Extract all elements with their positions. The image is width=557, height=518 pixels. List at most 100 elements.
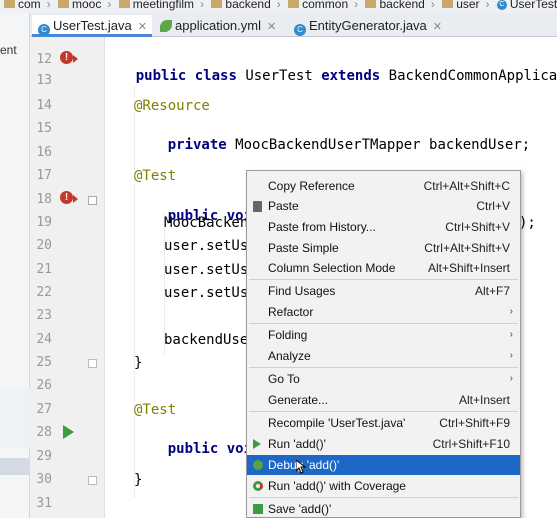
line-number: 30 <box>36 472 52 487</box>
line-number: 12 <box>36 52 52 67</box>
breadcrumb: com › mooc › meetingfilm › backend › common ›… <box>0 0 557 13</box>
menu-item-paste-from-history[interactable]: Paste from History... Ctrl+Shift+V <box>247 217 520 237</box>
code-line-12: public class UserTest extends BackendCom… <box>102 52 557 84</box>
menu-item-find-usages[interactable]: Find Usages Alt+F7 <box>247 281 520 301</box>
submenu-arrow-icon: › <box>509 329 513 340</box>
fold-end-icon[interactable] <box>88 359 97 368</box>
folder-icon <box>4 0 15 8</box>
close-icon[interactable]: ✕ <box>433 21 442 33</box>
keyword-extends: extends <box>321 68 381 84</box>
folder-icon <box>288 0 300 8</box>
menu-item-column-selection-mode[interactable]: Column Selection Mode Alt+Shift+Insert <box>247 258 520 278</box>
breadcrumb-item[interactable]: backend › <box>361 0 435 11</box>
override-icon[interactable]: ! <box>60 191 73 204</box>
line-number: 31 <box>36 496 52 511</box>
code-line-15: private MoocBackendUserTMapper backendUs… <box>134 121 530 153</box>
folder-icon <box>211 0 223 8</box>
menu-item-run-with-coverage[interactable]: Run 'add()' with Coverage <box>247 476 520 496</box>
code-line-14: @Resource <box>134 98 210 114</box>
override-icon[interactable]: ! <box>60 51 73 64</box>
line-number: 13 <box>36 73 52 88</box>
tab-application-yml[interactable]: application.yml ✕ <box>154 15 286 37</box>
line-number: 21 <box>36 262 52 277</box>
menu-separator <box>249 279 518 280</box>
submenu-arrow-icon: › <box>509 306 513 317</box>
editor-context-menu: Copy Reference Ctrl+Alt+Shift+C Paste Ct… <box>246 170 521 518</box>
line-number: 28 <box>36 425 52 440</box>
menu-item-debug-add[interactable]: Debug 'add()' <box>247 455 520 475</box>
chevron-right-icon: › <box>107 0 112 11</box>
menu-item-paste-simple[interactable]: Paste Simple Ctrl+Alt+Shift+V <box>247 238 520 258</box>
breadcrumb-item[interactable]: meetingfilm › <box>115 0 205 11</box>
run-test-icon[interactable] <box>63 425 74 439</box>
field-declaration: MoocBackendUserTMapper backendUser; <box>235 137 531 153</box>
folder-icon <box>442 0 454 8</box>
line-number: 27 <box>36 402 52 417</box>
chevron-right-icon: › <box>354 0 359 11</box>
breadcrumb-item[interactable]: backend › <box>207 0 281 11</box>
tree-row-selected[interactable] <box>0 458 30 475</box>
breadcrumb-item[interactable]: common › <box>284 0 359 11</box>
chevron-right-icon: › <box>46 0 51 11</box>
menu-separator <box>249 367 518 368</box>
class-icon: C <box>294 24 306 36</box>
menu-item-save-add[interactable]: Save 'add()' <box>247 499 520 517</box>
menu-item-recompile[interactable]: Recompile 'UserTest.java' Ctrl+Shift+F9 <box>247 413 520 433</box>
folder-icon <box>58 0 70 8</box>
chevron-right-icon: › <box>200 0 205 11</box>
tab-usertest[interactable]: C UserTest.java ✕ <box>32 15 152 37</box>
line-number: 22 <box>36 285 52 300</box>
keyword-public: public <box>135 68 187 84</box>
menu-item-run-add[interactable]: Run 'add()' Ctrl+Shift+F10 <box>247 434 520 454</box>
code-line-22: user.setUse <box>164 285 257 301</box>
code-line-19-tail: ); <box>519 215 536 231</box>
project-pane: ent <box>0 13 30 518</box>
code-line-20: user.setUse <box>164 238 257 254</box>
keyword-public: public <box>167 441 219 457</box>
line-number: 19 <box>36 215 52 230</box>
line-number: 29 <box>36 449 52 464</box>
chevron-right-icon: › <box>276 0 281 11</box>
breadcrumb-item[interactable]: user › <box>438 0 490 10</box>
breadcrumb-item[interactable]: mooc › <box>54 0 112 11</box>
close-icon[interactable]: ✕ <box>267 21 276 33</box>
code-line-30: } <box>134 472 143 488</box>
menu-item-refactor[interactable]: Refactor › <box>247 302 520 322</box>
class-name: UserTest <box>245 68 313 84</box>
debug-icon <box>253 460 263 470</box>
menu-item-paste[interactable]: Paste Ctrl+V <box>247 196 520 216</box>
clipboard-icon <box>253 201 262 212</box>
run-icon <box>253 439 261 449</box>
line-number: 16 <box>36 145 52 160</box>
submenu-arrow-icon: › <box>509 373 513 384</box>
fold-toggle-icon[interactable] <box>88 196 97 205</box>
menu-separator <box>249 497 518 498</box>
code-line-21: user.setUse <box>164 262 257 278</box>
tree-item-label[interactable]: ent <box>0 43 17 57</box>
tab-entitygenerator[interactable]: C EntityGenerator.java ✕ <box>288 15 448 37</box>
line-number: 17 <box>36 168 52 183</box>
breadcrumb-item[interactable]: C UserTest <box>493 0 557 10</box>
close-icon[interactable]: ✕ <box>138 21 147 33</box>
line-number: 25 <box>36 355 52 370</box>
menu-item-copy-reference[interactable]: Copy Reference Ctrl+Alt+Shift+C <box>247 176 520 196</box>
folder-icon <box>118 0 130 8</box>
line-number: 26 <box>36 378 52 393</box>
mouse-cursor-icon <box>296 460 306 474</box>
chevron-right-icon: › <box>430 0 435 11</box>
override-arrow-icon <box>73 55 78 63</box>
class-icon: C <box>496 0 507 10</box>
fold-end-icon[interactable] <box>88 476 97 485</box>
keyword-private: private <box>167 137 227 153</box>
menu-item-analyze[interactable]: Analyze › <box>247 346 520 366</box>
menu-separator <box>249 323 518 324</box>
menu-item-generate[interactable]: Generate... Alt+Insert <box>247 390 520 410</box>
breadcrumb-item[interactable]: com › <box>0 0 51 11</box>
code-line-24: backendUse <box>164 332 249 348</box>
editor-gutter: 12 13 14 15 16 17 18 19 20 21 22 23 24 2… <box>30 37 105 518</box>
line-number: 15 <box>36 121 52 136</box>
tree-row[interactable] <box>0 388 30 448</box>
menu-item-go-to[interactable]: Go To › <box>247 369 520 389</box>
menu-item-folding[interactable]: Folding › <box>247 325 520 345</box>
line-number: 14 <box>36 98 52 113</box>
